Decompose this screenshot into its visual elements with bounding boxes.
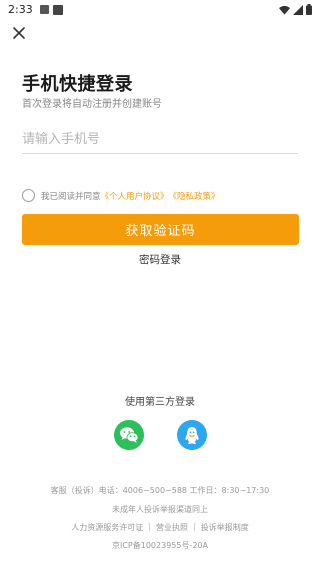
status-time: 2:33 <box>8 3 33 16</box>
agreement-row: 我已阅读并同意 《个人用户协议》 《隐私政策》 <box>22 189 220 202</box>
page-subtitle: 首次登录将自动注册并创建账号 <box>22 99 162 110</box>
app-notification-icon <box>53 5 63 15</box>
footer-link-hr-license[interactable]: 人力资源服务许可证 <box>71 522 143 533</box>
status-bar: 2:33 <box>0 0 320 20</box>
user-agreement-link[interactable]: 《个人用户协议》 <box>101 190 169 202</box>
footer-minor: 未成年人投诉举报渠道同上 <box>112 505 208 514</box>
footer-link-complaint-policy[interactable]: 投诉举报制度 <box>201 522 249 533</box>
wifi-icon <box>279 5 290 15</box>
notification-icon <box>40 5 49 14</box>
status-icons <box>279 4 312 15</box>
close-button[interactable] <box>10 24 28 42</box>
footer-divider: | <box>193 522 196 531</box>
page-title: 手机快捷登录 <box>22 74 133 95</box>
wechat-icon <box>120 427 139 443</box>
qq-login-button[interactable] <box>177 420 207 450</box>
agreement-prefix: 我已阅读并同意 <box>41 191 101 202</box>
phone-input[interactable] <box>22 126 298 154</box>
agreement-checkbox[interactable] <box>22 189 35 202</box>
password-login-link: 密码登录 <box>0 252 320 267</box>
wechat-login-button[interactable] <box>114 420 144 450</box>
footer-links: 人力资源服务许可证 | 营业执照 | 投诉举报制度 <box>0 522 320 533</box>
third-party-label: 使用第三方登录 <box>125 397 195 408</box>
close-icon <box>13 27 25 39</box>
qq-icon <box>185 426 199 444</box>
footer-divider: | <box>148 522 151 531</box>
footer-service: 客服（投诉）电话：4006−500−588 工作日：8:30−17:30 <box>50 486 270 495</box>
battery-icon <box>306 4 312 15</box>
privacy-policy-link[interactable]: 《隐私政策》 <box>169 190 220 202</box>
signal-icon <box>293 4 303 15</box>
footer-link-business-license[interactable]: 营业执照 <box>156 522 188 533</box>
password-login-label[interactable]: 密码登录 <box>139 254 181 266</box>
footer-icp[interactable]: 京ICP备10023955号-20A <box>0 540 320 551</box>
get-code-button[interactable]: 获取验证码 <box>22 214 299 245</box>
